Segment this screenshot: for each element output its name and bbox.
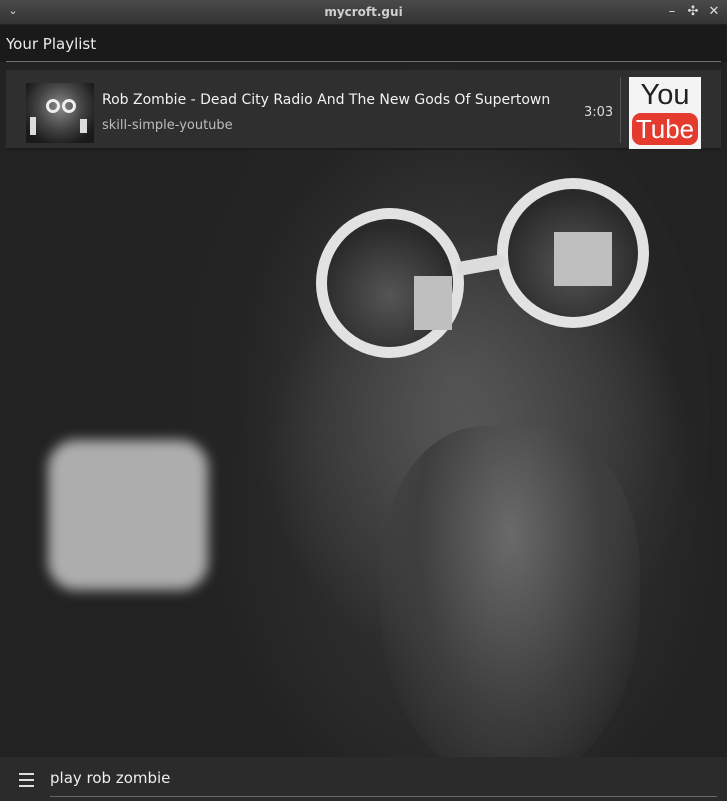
header-divider — [6, 61, 721, 62]
track-thumbnail — [26, 83, 94, 143]
maximize-button[interactable]: ✣ — [686, 4, 700, 20]
youtube-logo-you: You — [640, 79, 690, 111]
window-title: mycroft.gui — [324, 5, 403, 19]
playlist-item[interactable]: Rob Zombie - Dead City Radio And The New… — [6, 70, 721, 150]
minimize-icon: – — [668, 4, 676, 19]
track-title: Rob Zombie - Dead City Radio And The New… — [102, 92, 551, 108]
beard-shape — [380, 426, 640, 757]
bottom-bar: play rob zombie — [0, 757, 727, 801]
track-skill: skill-simple-youtube — [102, 118, 233, 133]
light-glow — [48, 440, 208, 590]
close-button[interactable]: ✕ — [707, 4, 721, 20]
close-icon: ✕ — [708, 4, 720, 19]
maximize-icon: ✣ — [687, 4, 699, 19]
track-duration: 3:03 — [584, 105, 614, 120]
utterance-text: play rob zombie — [50, 769, 171, 787]
youtube-logo: You Tube — [629, 77, 701, 149]
divider — [620, 77, 621, 143]
page-title: Your Playlist — [6, 35, 97, 53]
youtube-logo-tube: Tube — [632, 113, 698, 145]
window-titlebar: ⌄ mycroft.gui – ✣ ✕ — [0, 0, 727, 25]
hamburger-icon[interactable] — [19, 773, 34, 787]
minimize-button[interactable]: – — [665, 4, 679, 20]
utterance-underline — [50, 796, 717, 797]
playlist-header: Your Playlist — [0, 26, 727, 62]
